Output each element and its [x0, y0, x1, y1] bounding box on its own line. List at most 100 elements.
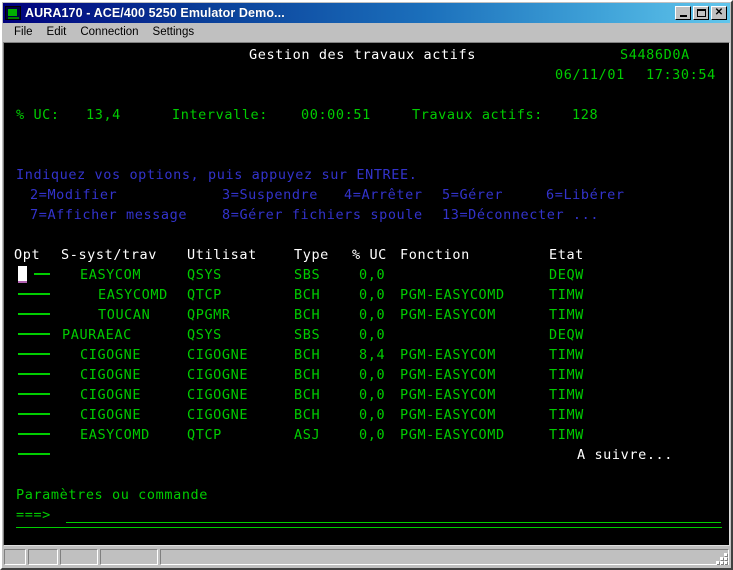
terminal-content: Gestion des travaux actifs S4486D0A 06/1… [4, 43, 730, 546]
status-bar [3, 547, 730, 567]
terminal-row-stats: % UC: 13,4 Intervalle: 00:00:51 Travaux … [4, 105, 729, 125]
menu-bar: File Edit Connection Settings [3, 23, 730, 42]
cell-function: PGM-EASYCOM [400, 387, 497, 403]
table-row[interactable]: EASYCOMD QTCP ASJ 0,0 PGM-EASYCOMD TIMW [4, 425, 729, 445]
status-panel-2 [28, 549, 58, 565]
terminal-row-options-2: 7=Afficher message 8=Gérer fichiers spou… [4, 205, 729, 225]
terminal-row-separator [4, 525, 729, 545]
title-bar[interactable]: AURA170 - ACE/400 5250 Emulator Demo... … [3, 3, 730, 23]
cell-status: DEQW [549, 267, 584, 283]
interval-label: Intervalle: [172, 107, 269, 123]
cpu-label: % UC: [16, 107, 60, 123]
opt-input-field[interactable] [18, 333, 50, 335]
option-8-gerer-fichiers: 8=Gérer fichiers spoule [222, 207, 423, 223]
status-panel-1 [4, 549, 26, 565]
cell-function: PGM-EASYCOMD [400, 287, 505, 303]
cell-cpu: 0,0 [359, 327, 386, 343]
option-2-modifier: 2=Modifier [30, 187, 118, 203]
option-7-afficher-message: 7=Afficher message [30, 207, 188, 223]
opt-input-field[interactable] [18, 453, 50, 455]
opt-input-field[interactable] [18, 353, 50, 355]
close-button[interactable]: ✕ [711, 6, 727, 20]
cell-cpu: 0,0 [359, 367, 386, 383]
table-row[interactable]: EASYCOM QSYS SBS 0,0 DEQW [4, 265, 729, 285]
system-name: S4486D0A [620, 47, 690, 63]
instruction-line: Indiquez vos options, puis appuyez sur E… [16, 167, 418, 183]
opt-input-field[interactable] [18, 393, 50, 395]
cell-job: EASYCOMD [80, 427, 150, 443]
terminal-row-fkeys-1: F3=Exit F5=Réafficher F10=Relancer F11=D… [4, 545, 730, 546]
cell-type: BCH [294, 307, 321, 323]
fkey-f10-relancer[interactable]: F10=Relancer [248, 545, 353, 546]
column-header-function: Fonction [400, 247, 470, 263]
screen-title: Gestion des travaux actifs [249, 47, 476, 63]
command-label: Paramètres ou commande [16, 487, 209, 503]
cell-status: TIMW [549, 307, 584, 323]
cell-function: PGM-EASYCOM [400, 347, 497, 363]
terminal-row-command-input[interactable]: ===> [4, 505, 729, 525]
opt-input-field[interactable] [18, 433, 50, 435]
current-date: 06/11/01 [555, 67, 625, 83]
opt-input-field[interactable] [18, 313, 50, 315]
cell-function: PGM-EASYCOMD [400, 427, 505, 443]
cell-status: TIMW [549, 287, 584, 303]
fkey-f3-exit[interactable]: F3=Exit [16, 545, 77, 546]
command-input-underline [66, 522, 721, 523]
fkey-f12-annuler[interactable]: F12=Annuler [611, 545, 707, 546]
terminal-row-datetime: 06/11/01 17:30:54 [4, 65, 729, 85]
opt-input-field[interactable] [18, 373, 50, 375]
option-6-liberer: 6=Libérer [546, 187, 625, 203]
terminal-row-options-1: 2=Modifier 3=Suspendre 4=Arrêter 5=Gérer… [4, 185, 729, 205]
cell-cpu: 0,0 [359, 307, 386, 323]
menu-item-settings[interactable]: Settings [146, 25, 202, 39]
option-5-gerer: 5=Gérer [442, 187, 504, 203]
cpu-value: 13,4 [86, 107, 121, 123]
window-title: AURA170 - ACE/400 5250 Emulator Demo... [25, 6, 285, 20]
menu-item-file[interactable]: File [7, 25, 40, 39]
minimize-button[interactable] [675, 6, 691, 20]
cell-function: PGM-EASYCOM [400, 407, 497, 423]
current-time: 17:30:54 [646, 67, 716, 83]
status-panel-message [160, 549, 729, 565]
cell-cpu: 0,0 [359, 387, 386, 403]
terminal-row-blank-3 [4, 145, 729, 165]
fkey-f11-donnees[interactable]: F11=Données intervalle [387, 545, 579, 546]
terminal-row-instruction: Indiquez vos options, puis appuyez sur E… [4, 165, 729, 185]
table-row[interactable]: CIGOGNE CIGOGNE BCH 0,0 PGM-EASYCOM TIMW [4, 365, 729, 385]
column-header-opt: Opt [14, 247, 41, 263]
cell-status: TIMW [549, 407, 584, 423]
opt-input-field[interactable] [18, 413, 50, 415]
column-header-cpu: % UC [352, 247, 387, 263]
cell-job: CIGOGNE [80, 367, 142, 383]
table-row[interactable]: CIGOGNE CIGOGNE BCH 0,0 PGM-EASYCOM TIMW [4, 405, 729, 425]
cell-user: CIGOGNE [187, 387, 249, 403]
cell-type: BCH [294, 407, 321, 423]
table-row[interactable]: TOUCAN QPGMR BCH 0,0 PGM-EASYCOM TIMW [4, 305, 729, 325]
cell-type: BCH [294, 287, 321, 303]
table-row[interactable]: CIGOGNE CIGOGNE BCH 0,0 PGM-EASYCOM TIMW [4, 385, 729, 405]
cell-job: EASYCOM [80, 267, 142, 283]
table-row[interactable]: PAURAEAC QSYS SBS 0,0 DEQW [4, 325, 729, 345]
table-row[interactable]: CIGOGNE CIGOGNE BCH 8,4 PGM-EASYCOM TIMW [4, 345, 729, 365]
cell-job: CIGOGNE [80, 347, 142, 363]
window-controls: ✕ [675, 6, 728, 20]
column-header-user: Utilisat [187, 247, 257, 263]
cell-user: QTCP [187, 287, 222, 303]
fkey-f5-reafficher[interactable]: F5=Réafficher [102, 545, 215, 546]
cell-type: SBS [294, 327, 321, 343]
terminal-row-command-label: Paramètres ou commande [4, 485, 729, 505]
menu-item-edit[interactable]: Edit [40, 25, 74, 39]
emulator-window: AURA170 - ACE/400 5250 Emulator Demo... … [0, 0, 733, 570]
cell-cpu: 0,0 [359, 427, 386, 443]
table-row[interactable]: EASYCOMD QTCP BCH 0,0 PGM-EASYCOMD TIMW [4, 285, 729, 305]
opt-input-field[interactable] [18, 293, 50, 295]
terminal-screen[interactable]: Gestion des travaux actifs S4486D0A 06/1… [3, 42, 730, 546]
menu-item-connection[interactable]: Connection [73, 25, 145, 39]
maximize-button[interactable] [693, 6, 709, 20]
terminal-row-more: A suivre... [4, 445, 729, 465]
interval-value: 00:00:51 [301, 107, 371, 123]
cell-user: CIGOGNE [187, 407, 249, 423]
terminal-row-blank-1 [4, 85, 729, 105]
cell-user: QSYS [187, 327, 222, 343]
cell-job: CIGOGNE [80, 407, 142, 423]
